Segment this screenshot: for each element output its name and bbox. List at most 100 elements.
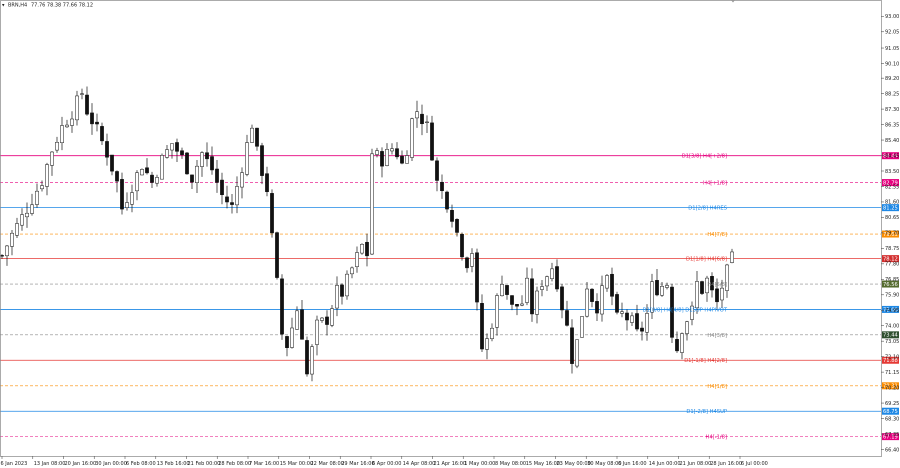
candle-body-139 [695, 281, 699, 309]
price-chart[interactable]: D1[3/8] H4[+2/8] 84.44H4[+1/8] 82.79D1[2/8… [0, 0, 900, 468]
candle-body-52 [260, 145, 264, 176]
y-tick-label-9: 84.45 [885, 153, 899, 159]
level-label-8: D1[-1/8] H4[2/8] [684, 358, 727, 364]
y-tick-label-20: 74.00 [885, 324, 899, 330]
x-tick-label-22: 21 Jun 08:00 [680, 461, 712, 467]
x-tick-label-11: 29 Mar 16:00 [341, 461, 374, 467]
level-label-10: D1[-2/8] H4SUP [686, 409, 727, 415]
candle-body-48 [240, 172, 244, 188]
candle-body-127 [635, 313, 639, 330]
x-tick-label-5: 13 Feb 16:00 [157, 461, 190, 467]
candle-body-24 [120, 179, 124, 210]
y-tick-label-17: 76.85 [885, 277, 899, 283]
candle-body-91 [455, 219, 459, 233]
candle-body-15 [75, 95, 79, 121]
candle-body-11 [55, 142, 59, 151]
level-label-5: H4[5/8] [707, 282, 727, 288]
candle-body-97 [485, 338, 489, 350]
x-tick-label-19: 30 May 08:00 [587, 461, 621, 467]
candle-body-128 [640, 327, 644, 332]
candle-body-45 [225, 196, 229, 203]
candle-body-107 [535, 290, 539, 315]
candle-body-131 [655, 280, 659, 296]
candle-body-92 [460, 233, 464, 258]
candle-body-101 [505, 285, 509, 295]
y-tick-label-25: 69.25 [885, 401, 899, 407]
level-label-11: H4[-1/8] [706, 435, 727, 441]
candle-body-53 [265, 173, 269, 193]
candle-body-135 [675, 339, 679, 352]
candle-body-136 [680, 333, 684, 353]
y-tick-label-5: 88.25 [885, 91, 899, 97]
y-tick-label-2: 91.05 [885, 46, 899, 52]
x-tick-label-8: 7 Mar 16:00 [249, 461, 279, 467]
candle-body-115 [575, 339, 579, 367]
y-tick-label-6: 87.30 [885, 107, 899, 113]
candle-body-99 [495, 295, 499, 328]
candle-body-103 [515, 304, 519, 307]
candle-body-93 [465, 257, 469, 269]
candle-body-111 [555, 266, 559, 290]
candle-body-17 [85, 94, 89, 115]
candle-body-16 [80, 93, 84, 95]
candle-body-119 [595, 301, 599, 314]
candle-body-5 [25, 212, 29, 218]
candle-body-22 [110, 154, 114, 172]
ohlc-readout: 77.76 78.38 77.66 78.12 [31, 3, 93, 9]
level-price-tag-text-10: 68.75 [883, 409, 898, 415]
candle-body-75 [375, 150, 379, 155]
candle-body-64 [320, 317, 324, 321]
candle-body-104 [520, 303, 524, 306]
candle-body-41 [205, 152, 209, 160]
candle-body-72 [360, 244, 364, 254]
y-tick-label-1: 92.05 [885, 30, 899, 36]
candle-body-32 [160, 155, 164, 180]
candle-body-1 [5, 245, 9, 257]
candle-body-88 [440, 181, 444, 192]
candle-body-116 [580, 316, 584, 338]
candle-body-120 [600, 285, 604, 315]
candle-body-37 [185, 152, 189, 175]
candle-body-96 [480, 303, 484, 350]
x-tick-label-13: 14 Apr 08:00 [403, 461, 436, 467]
candle-body-84 [420, 113, 424, 125]
candle-body-100 [500, 284, 504, 297]
candle-body-61 [305, 340, 309, 375]
candle-body-25 [125, 202, 129, 208]
candle-body-143 [715, 288, 719, 303]
y-tick-label-26: 68.30 [885, 416, 899, 422]
y-tick-label-22: 72.10 [885, 354, 899, 360]
x-tick-label-24: 6 Jul 00:00 [741, 461, 768, 467]
candle-body-23 [115, 171, 119, 182]
candle-body-129 [645, 313, 649, 333]
candle-body-2 [10, 232, 14, 247]
candle-body-8 [40, 185, 44, 190]
candle-body-87 [435, 160, 439, 181]
x-tick-label-4: 6 Feb 08:00 [126, 461, 156, 467]
candle-body-109 [545, 276, 549, 287]
candle-body-77 [385, 149, 389, 166]
candle-body-10 [50, 151, 54, 166]
candle-body-29 [145, 167, 149, 174]
candle-body-6 [30, 204, 34, 214]
chart-header: ▾ BRN,H4 77.76 78.38 77.66 78.12 [2, 3, 93, 9]
x-tick-label-20: 6 Jun 16:00 [618, 461, 647, 467]
x-tick-label-18: 23 May 00:00 [557, 461, 591, 467]
candle-body-98 [490, 327, 494, 339]
y-tick-label-8: 85.40 [885, 138, 899, 144]
candle-body-106 [530, 278, 534, 315]
y-tick-label-4: 89.20 [885, 76, 899, 82]
candle-body-14 [70, 118, 74, 126]
x-tick-label-21: 14 Jun 00:00 [649, 461, 681, 467]
candle-body-114 [570, 327, 574, 364]
candle-body-66 [330, 308, 334, 326]
candle-body-68 [340, 284, 344, 297]
y-tick-label-28: 66.40 [885, 447, 899, 453]
candle-body-7 [35, 190, 39, 205]
candle-body-85 [425, 121, 429, 123]
y-tick-label-11: 82.55 [885, 184, 899, 190]
candle-body-95 [475, 252, 479, 303]
candle-body-89 [445, 191, 449, 210]
candle-body-112 [560, 286, 564, 311]
candle-body-146 [730, 251, 734, 263]
